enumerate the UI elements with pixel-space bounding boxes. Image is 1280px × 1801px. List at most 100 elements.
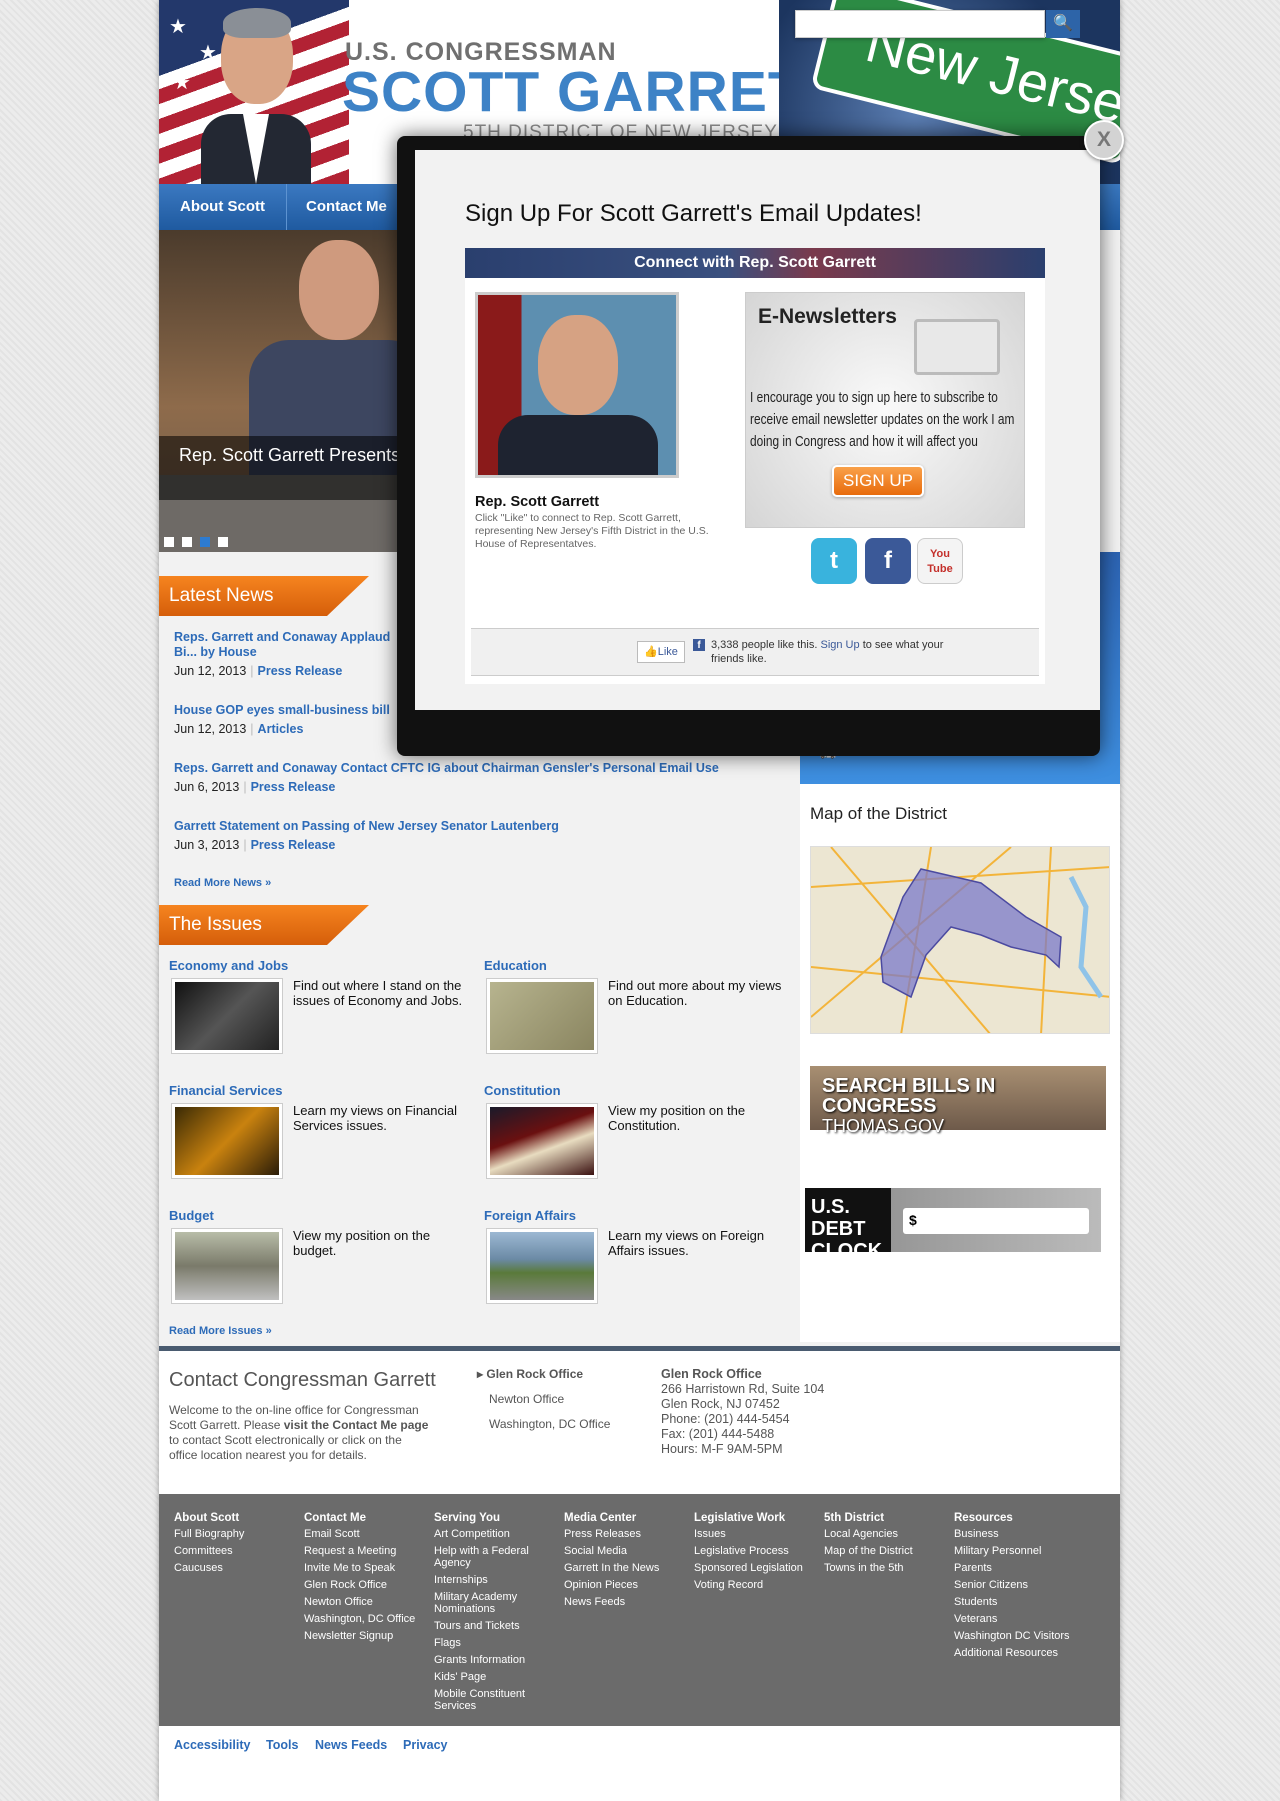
footer-link[interactable]: Help with a Federal Agency: [434, 1545, 559, 1569]
search-bills-banner[interactable]: SEARCH BILLS IN CONGRESS THOMAS.GOV: [810, 1066, 1106, 1136]
footer-link[interactable]: Internships: [434, 1574, 559, 1586]
tools-link[interactable]: Tools: [266, 1738, 298, 1752]
footer-link[interactable]: Issues: [694, 1528, 819, 1540]
search-input[interactable]: [795, 10, 1045, 38]
footer-link[interactable]: Press Releases: [564, 1528, 689, 1540]
footer-link[interactable]: Military Personnel: [954, 1545, 1079, 1557]
congressman-portrait: [201, 4, 311, 184]
graduation-cap-icon: 🎓: [820, 718, 837, 733]
read-more-news-link[interactable]: Read More News »: [174, 877, 271, 889]
issue-title[interactable]: Economy and Jobs: [169, 958, 288, 973]
news-category[interactable]: Press Release: [251, 838, 336, 852]
news-category[interactable]: Press Release: [258, 664, 343, 678]
footer-link[interactable]: Kids' Page: [434, 1671, 559, 1683]
issue-title[interactable]: Foreign Affairs: [484, 1208, 576, 1223]
site-header: ★ ★ ★ U.S. CONGRESSMAN SCOTT GARRETT 5TH…: [159, 0, 1120, 184]
footer-link[interactable]: Sponsored Legislation: [694, 1562, 819, 1574]
issue-title[interactable]: Education: [484, 958, 547, 973]
footer-link[interactable]: Flags: [434, 1637, 559, 1649]
footer-link[interactable]: Military Academy Nominations: [434, 1591, 559, 1615]
news-title[interactable]: Garrett Statement on Passing of New Jers…: [174, 819, 559, 834]
issue-image[interactable]: [486, 1228, 598, 1304]
news-title[interactable]: House GOP eyes small-business bill: [174, 703, 390, 718]
issue-image[interactable]: [486, 978, 598, 1054]
footer-link[interactable]: Students: [954, 1596, 1079, 1608]
search-button[interactable]: 🔍: [1046, 10, 1080, 38]
footer-link[interactable]: Newsletter Signup: [304, 1630, 429, 1642]
footer-link[interactable]: Mobile Constituent Services: [434, 1688, 559, 1712]
photo-slider[interactable]: Rep. Scott Garrett Presents Daughter: [159, 230, 559, 552]
footer-link[interactable]: Senior Citizens: [954, 1579, 1079, 1591]
nav-about-scott[interactable]: About Scott: [159, 184, 287, 230]
issue-image[interactable]: [171, 1103, 283, 1179]
footer-column-heading: Serving You: [434, 1512, 501, 1524]
sidebar-link-military-academy[interactable]: Military Academy Nominations: [848, 718, 1015, 732]
site-title[interactable]: SCOTT GARRETT: [342, 62, 839, 122]
footer-link[interactable]: Garrett In the News: [564, 1562, 689, 1574]
contact-intro: Welcome to the on-line office for Congre…: [169, 1403, 429, 1462]
footer-link[interactable]: Opinion Pieces: [564, 1579, 689, 1591]
slider-dot-active[interactable]: [200, 537, 210, 547]
latest-news-heading: Latest News: [159, 576, 369, 616]
footer-link[interactable]: Veterans: [954, 1613, 1079, 1625]
footer-link[interactable]: Art Competition: [434, 1528, 559, 1540]
office-tab-newton[interactable]: Newton Office: [477, 1392, 610, 1406]
issue-title[interactable]: Budget: [169, 1208, 214, 1223]
footer-link[interactable]: Local Agencies: [824, 1528, 949, 1540]
footer-column-heading: Legislative Work: [694, 1512, 786, 1524]
office-fax: Fax: (201) 444-5488: [661, 1427, 775, 1441]
slide-caption[interactable]: Rep. Scott Garrett Presents Daughter: [159, 436, 559, 500]
footer-link[interactable]: Invite Me to Speak: [304, 1562, 429, 1574]
site-subtitle: 5TH DISTRICT OF NEW JERSEY: [463, 122, 778, 143]
news-title[interactable]: Reps. Garrett and Conaway Contact CFTC I…: [174, 761, 719, 776]
footer-link[interactable]: Newton Office: [304, 1596, 429, 1608]
news-feeds-link[interactable]: News Feeds: [315, 1738, 387, 1752]
footer-link[interactable]: Legislative Process: [694, 1545, 819, 1557]
district-map[interactable]: [810, 846, 1110, 1034]
nav-contact-me[interactable]: Contact Me: [285, 184, 409, 230]
footer-link[interactable]: Committees: [174, 1545, 299, 1557]
issue-card: Foreign Affairs Learn my views on Foreig…: [484, 1208, 784, 1318]
news-category[interactable]: Articles: [258, 722, 304, 736]
footer-link[interactable]: Tours and Tickets: [434, 1620, 559, 1632]
footer-link[interactable]: Full Biography: [174, 1528, 299, 1540]
issue-text: Learn my views on Foreign Affairs issues…: [608, 1228, 765, 1258]
contact-me-link[interactable]: visit the Contact Me page: [284, 1418, 429, 1432]
issue-text: View my position on the Constitution.: [608, 1103, 746, 1133]
slider-dot[interactable]: [164, 537, 174, 547]
news-title[interactable]: Reps. Garrett and Conaway Applaud Bi... …: [174, 630, 414, 660]
sidebar-link-tours-and-tickets[interactable]: Tours and Tickets: [848, 745, 945, 759]
issue-image[interactable]: [486, 1103, 598, 1179]
footer-link[interactable]: Parents: [954, 1562, 1079, 1574]
office-tab-washington[interactable]: Washington, DC Office: [477, 1417, 610, 1431]
footer-link[interactable]: Social Media: [564, 1545, 689, 1557]
issue-image[interactable]: [171, 978, 283, 1054]
office-tab-glen-rock[interactable]: ▸ Glen Rock Office: [477, 1367, 610, 1381]
footer-link[interactable]: Caucuses: [174, 1562, 299, 1574]
accessibility-link[interactable]: Accessibility: [174, 1738, 250, 1752]
footer-link[interactable]: Washington DC Visitors: [954, 1630, 1079, 1642]
footer-link[interactable]: Towns in the 5th: [824, 1562, 949, 1574]
footer-link[interactable]: Grants Information: [434, 1654, 559, 1666]
issue-title[interactable]: Constitution: [484, 1083, 561, 1098]
issue-title[interactable]: Financial Services: [169, 1083, 282, 1098]
privacy-link[interactable]: Privacy: [403, 1738, 447, 1752]
right-sidebar: 🎓 Military Academy Nominations 🚌 Tours a…: [800, 552, 1120, 1342]
slider-dot[interactable]: [182, 537, 192, 547]
footer-link[interactable]: Additional Resources: [954, 1647, 1079, 1659]
issue-image[interactable]: [171, 1228, 283, 1304]
footer-link[interactable]: Request a Meeting: [304, 1545, 429, 1557]
contact-heading: Contact Congressman Garrett: [169, 1369, 436, 1391]
footer-link[interactable]: Glen Rock Office: [304, 1579, 429, 1591]
footer-link[interactable]: Map of the District: [824, 1545, 949, 1557]
footer-link[interactable]: Voting Record: [694, 1579, 819, 1591]
footer-link[interactable]: Email Scott: [304, 1528, 429, 1540]
footer-link[interactable]: Business: [954, 1528, 1079, 1540]
footer-link[interactable]: News Feeds: [564, 1596, 689, 1608]
read-more-issues-link[interactable]: Read More Issues »: [169, 1325, 272, 1337]
footer-column-heading: Media Center: [564, 1512, 637, 1524]
debt-clock[interactable]: U.S. DEBT CLOCK $: [805, 1188, 1101, 1262]
news-category[interactable]: Press Release: [251, 780, 336, 794]
footer-link[interactable]: Washington, DC Office: [304, 1613, 429, 1625]
slider-dot[interactable]: [218, 537, 228, 547]
